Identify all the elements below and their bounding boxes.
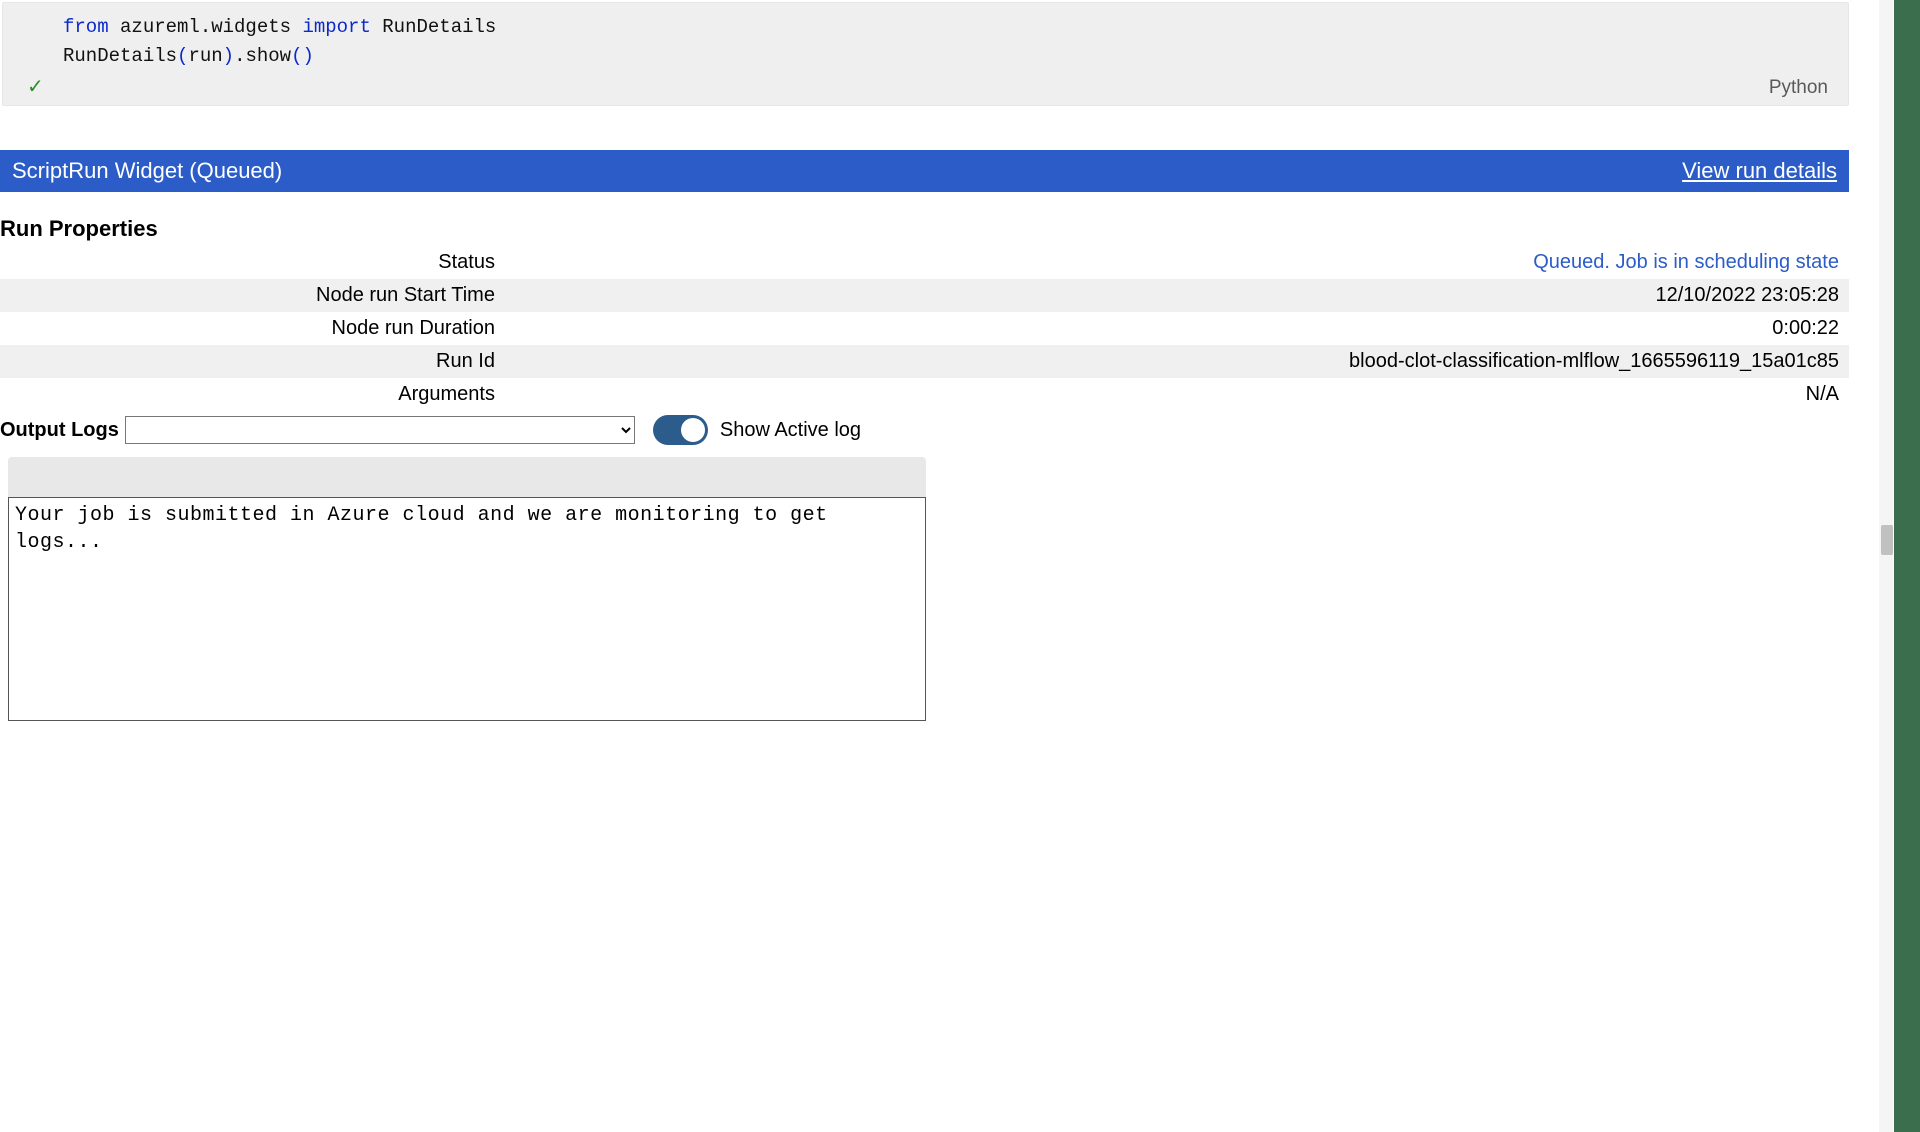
check-icon: ✓: [23, 74, 44, 99]
widget-title: ScriptRun Widget (Queued): [12, 158, 282, 184]
property-value: blood-clot-classification-mlflow_1665596…: [507, 345, 1849, 378]
output-logs-row: Output Logs Show Active log: [0, 415, 1894, 445]
keyword-from: from: [63, 16, 109, 38]
show-active-log-toggle[interactable]: [653, 415, 708, 445]
toggle-knob: [681, 418, 705, 442]
property-label: Node run Start Time: [0, 279, 507, 312]
property-label: Run Id: [0, 345, 507, 378]
keyword-import: import: [302, 16, 370, 38]
run-properties-heading: Run Properties: [0, 192, 1894, 246]
table-row: Run Idblood-clot-classification-mlflow_1…: [0, 345, 1849, 378]
code-cell: from azureml.widgets import RunDetails R…: [2, 2, 1849, 106]
log-toolbar: [8, 457, 926, 497]
right-rail: [1894, 0, 1920, 1132]
log-panel: Your job is submitted in Azure cloud and…: [8, 457, 926, 721]
main-content: from azureml.widgets import RunDetails R…: [0, 0, 1894, 1132]
language-label: Python: [1769, 77, 1828, 99]
scrollbar-thumb[interactable]: [1881, 525, 1893, 555]
output-logs-select[interactable]: [125, 416, 635, 444]
show-active-log-label: Show Active log: [714, 419, 861, 442]
property-value: N/A: [507, 378, 1849, 411]
scrollbar-track[interactable]: [1879, 0, 1893, 1132]
table-row: Node run Start Time12/10/2022 23:05:28: [0, 279, 1849, 312]
widget-header: ScriptRun Widget (Queued) View run detai…: [0, 150, 1849, 192]
property-value: 0:00:22: [507, 312, 1849, 345]
view-run-details-link[interactable]: View run details: [1682, 158, 1837, 184]
property-label: Arguments: [0, 378, 507, 411]
code-import-item: RunDetails: [371, 16, 496, 38]
property-value: Queued. Job is in scheduling state: [507, 246, 1849, 279]
property-value: 12/10/2022 23:05:28: [507, 279, 1849, 312]
property-label: Status: [0, 246, 507, 279]
code-block: from azureml.widgets import RunDetails R…: [23, 13, 1828, 70]
log-body: Your job is submitted in Azure cloud and…: [8, 497, 926, 721]
output-logs-label: Output Logs: [0, 419, 119, 442]
property-label: Node run Duration: [0, 312, 507, 345]
code-module: azureml.widgets: [109, 16, 303, 38]
table-row: StatusQueued. Job is in scheduling state: [0, 246, 1849, 279]
run-properties-table: StatusQueued. Job is in scheduling state…: [0, 246, 1849, 411]
table-row: Node run Duration0:00:22: [0, 312, 1849, 345]
table-row: ArgumentsN/A: [0, 378, 1849, 411]
